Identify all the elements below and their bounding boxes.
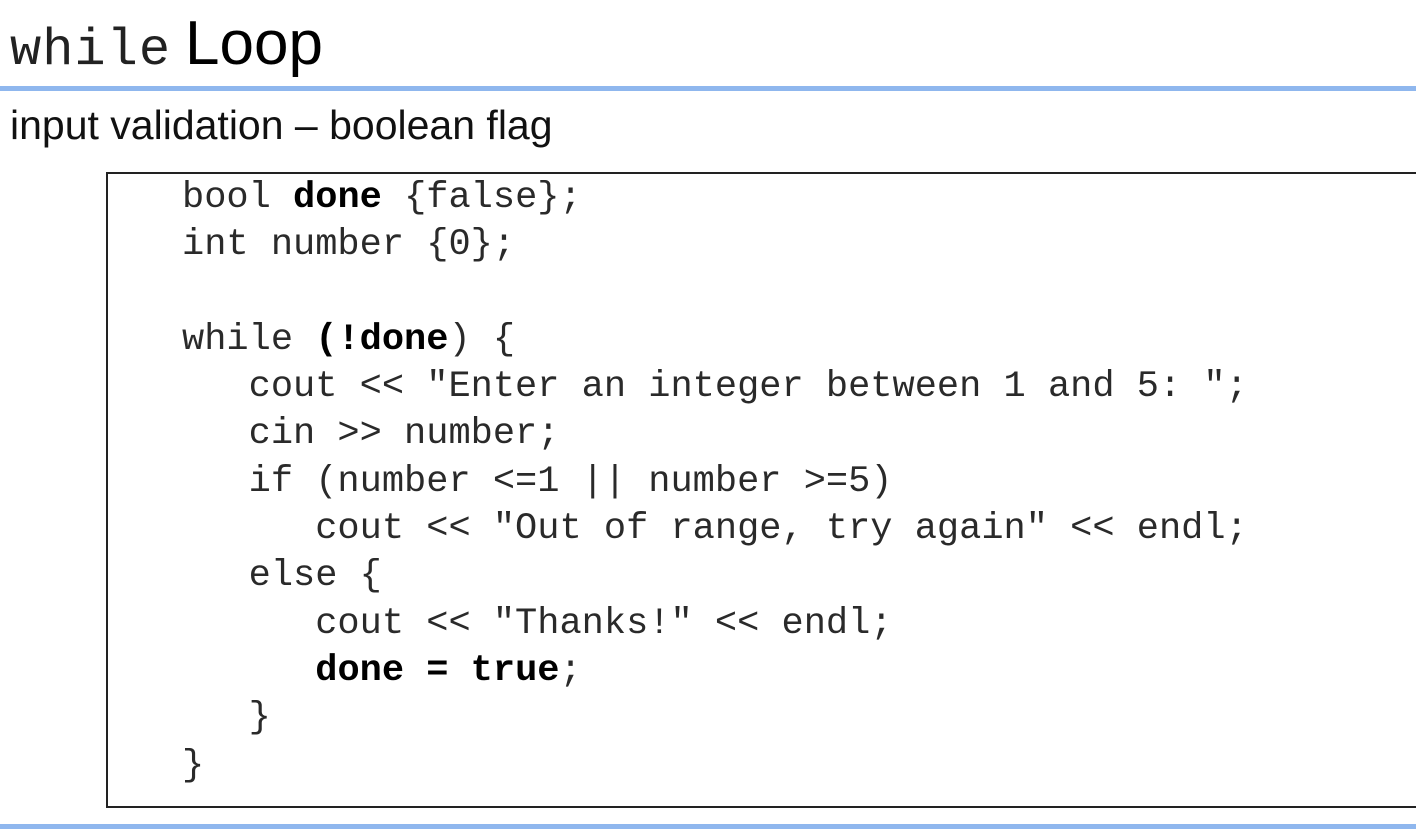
code-line-1: bool done {false}; [182, 177, 582, 219]
code-line-10: cout << "Thanks!" << endl; [182, 602, 893, 645]
code-line-12: } [182, 697, 271, 740]
code-line-7: if (number <=1 || number >=5) [182, 460, 893, 503]
code-line-2: int number {0}; [182, 224, 516, 267]
code-line-4: while (!done) { [182, 318, 516, 361]
code-block: bool done {false}; int number {0}; while (… [106, 172, 1416, 808]
title-text: Loop [185, 9, 323, 78]
code-line-6: cin >> number; [182, 413, 560, 456]
title-keyword: while [10, 21, 172, 80]
code-line-11: done = true; [315, 649, 582, 692]
slide-subtitle: input validation – boolean flag [10, 102, 553, 148]
code-line-9: else { [182, 555, 382, 598]
title-divider [0, 86, 1416, 91]
code-listing: bool done {false}; int number {0}; while (… [182, 174, 1248, 790]
code-line-5: cout << "Enter an integer between 1 and … [182, 366, 1248, 409]
footer-divider [0, 824, 1416, 829]
bold-token: (!done [315, 318, 449, 361]
code-line-13: } [182, 744, 205, 787]
bold-token: done = true [315, 649, 560, 692]
slide-title: while Loop [10, 8, 323, 84]
bold-token: done [293, 177, 382, 219]
code-line-8: cout << "Out of range, try again" << end… [182, 508, 1248, 551]
